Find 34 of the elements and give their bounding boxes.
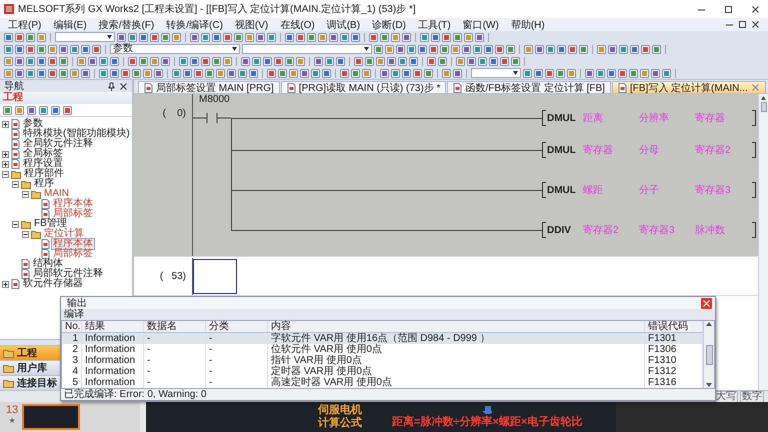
operand-label: 脉冲数	[695, 224, 726, 237]
operand-label: 距离	[583, 112, 604, 125]
panel-title: 导航	[4, 80, 24, 92]
operand-label: 寄存器2	[583, 224, 620, 237]
operand-label: 分子	[639, 184, 660, 197]
instruction-name: DMUL	[547, 144, 577, 156]
formula-text: 距离=脉冲数÷分辨率×螺距×电子齿轮比	[392, 416, 582, 428]
contact-label: M8000	[198, 94, 231, 106]
step-number: ( 53)	[158, 270, 187, 282]
slide-title: 伺服电机	[318, 404, 362, 416]
operand-label: 螺距	[583, 184, 604, 197]
status-message: 已完成编译: Error: 0, Warning: 0	[61, 389, 715, 400]
step-number: ( 0)	[162, 107, 187, 121]
window-title: MELSOFT系列 GX Works2 [工程未设置] - [[FB]写入 定位计算(MAIN.定位计算_1) (53)步 *]	[18, 2, 416, 16]
operand-label: 寄存器2	[695, 144, 732, 157]
operand-label: 分辨率	[639, 112, 670, 125]
instruction-name: DMUL	[547, 184, 577, 196]
table-cell: 5	[62, 377, 82, 388]
table-cell: -	[144, 377, 206, 388]
section-title: 工程	[0, 92, 132, 104]
instruction-name: DDIV	[547, 224, 572, 236]
operand-label: 寄存器3	[639, 224, 676, 237]
table-cell: 高速定时器 VAR用 使用0点	[268, 377, 645, 388]
instruction-name: DMUL	[547, 112, 577, 124]
operand-label: 寄存器	[695, 112, 726, 125]
transition-mark: ★	[8, 416, 16, 425]
slide-title: 计算公式	[318, 417, 362, 430]
operand-label: 寄存器3	[695, 184, 732, 197]
table-cell: Information	[82, 377, 144, 388]
operand-label: 寄存器	[583, 144, 614, 157]
operand-label: 分母	[639, 144, 660, 157]
table-cell: -	[206, 377, 268, 388]
slide-number: 13	[6, 404, 18, 416]
panel-title: 输出	[67, 296, 87, 309]
